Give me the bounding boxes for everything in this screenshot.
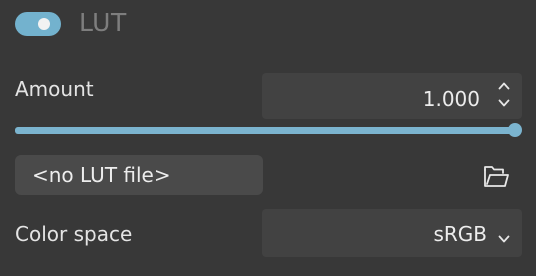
amount-slider-handle[interactable]: [508, 123, 522, 137]
folder-open-icon[interactable]: [481, 162, 511, 190]
lut-file-button[interactable]: <no LUT file>: [15, 155, 263, 195]
amount-label: Amount: [15, 77, 94, 101]
chevron-down-icon: [498, 229, 510, 243]
amount-value: 1.000: [422, 87, 480, 111]
color-space-label: Color space: [15, 222, 133, 246]
amount-slider-fill: [15, 127, 515, 134]
increment-chevron-up-icon[interactable]: [498, 81, 510, 92]
amount-input[interactable]: 1.000: [262, 73, 522, 119]
amount-slider[interactable]: [15, 123, 522, 137]
lut-file-label: <no LUT file>: [32, 163, 171, 187]
color-space-select[interactable]: sRGB: [262, 209, 522, 257]
toggle-knob: [38, 18, 50, 30]
decrement-chevron-down-icon[interactable]: [498, 99, 510, 110]
lut-enable-toggle[interactable]: [15, 12, 61, 36]
color-space-value: sRGB: [433, 222, 487, 246]
section-title: LUT: [79, 8, 127, 37]
